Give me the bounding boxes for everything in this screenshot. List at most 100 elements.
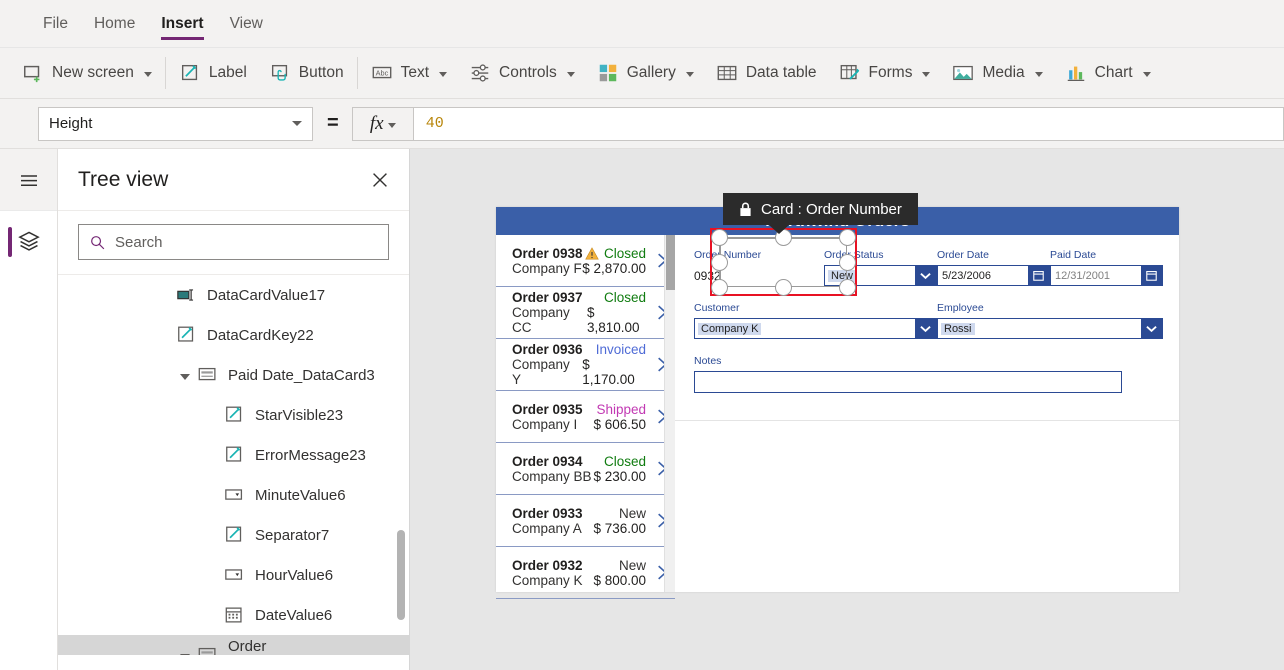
text-icon: Abc <box>372 66 391 79</box>
search-input[interactable] <box>115 233 378 251</box>
gallery-order-number: Order 0933 <box>512 505 583 521</box>
new-screen-button[interactable]: New screen <box>0 53 163 93</box>
close-icon[interactable] <box>369 169 391 191</box>
tree-item-label: Order Number_DataCard4 <box>228 638 267 655</box>
formula-input[interactable]: 40 <box>413 106 1284 141</box>
chevron-down-icon[interactable] <box>180 653 190 655</box>
orders-gallery[interactable]: Order 0938 Closed Company F $ 2,870.00 O… <box>496 235 675 599</box>
chart-button[interactable]: Chart <box>1054 53 1162 93</box>
paid-date-picker[interactable]: 12/31/2001 <box>1050 265 1163 286</box>
gallery-item[interactable]: Order 0935 Shipped Company I $ 606.50 <box>496 391 675 443</box>
chevron-down-icon[interactable] <box>915 319 936 338</box>
tree-item-datevalue6[interactable]: DateValue6 <box>58 595 409 635</box>
app-canvas[interactable]: Northwind Orders Order 0938 <box>410 149 1284 670</box>
chevron-down-icon[interactable] <box>685 72 694 77</box>
tree-item-order-number-datacard4[interactable]: Order Number_DataCard4 <box>58 635 409 655</box>
gallery-item-row-bottom: Company F $ 2,870.00 <box>512 261 646 276</box>
chevron-down-icon[interactable] <box>1142 72 1151 77</box>
gallery-item[interactable]: Order 0932 New Company K $ 800.00 <box>496 547 675 599</box>
field-value: Company K <box>698 322 762 335</box>
tree-item-label: Separator7 <box>255 526 330 544</box>
fx-button[interactable]: fx <box>351 106 414 141</box>
tree-item-label: DateValue6 <box>255 606 333 624</box>
chevron-down-icon[interactable] <box>1141 319 1162 338</box>
label-icon <box>226 446 242 462</box>
field-notes[interactable]: Notes <box>694 355 1122 393</box>
tree-view-rail-button[interactable] <box>0 211 57 273</box>
hamburger-menu-button[interactable] <box>0 149 57 211</box>
order-status-dropdown[interactable]: New <box>824 265 937 286</box>
tree-item-separator7[interactable]: Separator7 <box>58 515 409 555</box>
menu-bar: File Home Insert View <box>0 0 1284 48</box>
tree-item-minutevalue6[interactable]: MinuteValue6 <box>58 475 409 515</box>
gallery-item[interactable]: Order 0938 Closed Company F $ 2,870.00 <box>496 235 675 287</box>
gallery-item-row-bottom: Company CC $ 3,810.00 <box>512 305 646 335</box>
property-selector[interactable]: Height <box>38 106 313 141</box>
data-table-button[interactable]: Data table <box>705 53 828 93</box>
gallery-item-row-bottom: Company K $ 800.00 <box>512 573 646 588</box>
gallery-item[interactable]: Order 0934 Closed Company BB $ 230.00 <box>496 443 675 495</box>
customer-dropdown[interactable]: Company K <box>694 318 937 339</box>
media-button[interactable]: Media <box>941 53 1053 93</box>
menu-item-home[interactable]: Home <box>81 0 148 48</box>
left-icon-rail <box>0 149 58 670</box>
textinput-icon <box>177 289 194 301</box>
text-button[interactable]: Abc Text <box>360 53 458 93</box>
calendar-icon[interactable] <box>1028 266 1049 285</box>
controls-icon <box>471 64 489 82</box>
gallery-item-row-bottom: Company Y $ 1,170.00 <box>512 357 646 387</box>
field-order-date[interactable]: Order Date 5/23/2006 <box>937 249 1050 286</box>
calendar-icon[interactable] <box>1141 266 1162 285</box>
gallery-scrollbar-thumb[interactable] <box>666 235 675 290</box>
dropdown-icon <box>225 489 243 500</box>
chevron-down-icon[interactable] <box>566 72 575 77</box>
menu-label: View <box>229 14 263 32</box>
tree-item-datacardkey22[interactable]: DataCardKey22 <box>58 315 409 355</box>
label-icon <box>226 406 242 422</box>
field-order-status[interactable]: Order Status New <box>824 249 937 286</box>
tree-item-datacardvalue17[interactable]: DataCardValue17 <box>58 275 409 315</box>
form-row-3: Notes <box>694 355 1163 393</box>
search-box[interactable] <box>78 224 389 260</box>
gallery-button[interactable]: Gallery <box>586 53 705 93</box>
chevron-down-icon[interactable] <box>180 373 190 380</box>
chevron-down-icon[interactable] <box>915 266 936 285</box>
gallery-item-row-top: Order 0937 Closed <box>512 290 646 305</box>
ribbon-separator <box>164 57 166 89</box>
gallery-icon <box>599 64 616 82</box>
gallery-item[interactable]: Order 0937 Closed Company CC $ 3,810.00 <box>496 287 675 339</box>
app-screen: Northwind Orders Order 0938 <box>496 207 1179 599</box>
gallery-company: Company K <box>512 572 583 588</box>
gallery-item[interactable]: Order 0933 New Company A $ 736.00 <box>496 495 675 547</box>
tree-item-hourvalue6[interactable]: HourValue6 <box>58 555 409 595</box>
label-button[interactable]: Label <box>168 53 258 93</box>
button-button[interactable]: Button <box>258 53 355 93</box>
order-date-picker[interactable]: 5/23/2006 <box>937 265 1050 286</box>
chevron-down-icon[interactable] <box>1034 72 1043 77</box>
chevron-down-icon[interactable] <box>922 72 931 77</box>
tree-scrollbar-thumb[interactable] <box>397 530 405 620</box>
employee-dropdown[interactable]: Rossi <box>937 318 1163 339</box>
menu-item-file[interactable]: File <box>30 0 81 48</box>
field-customer[interactable]: Customer Company K <box>694 302 937 339</box>
chevron-down-icon[interactable] <box>439 72 448 77</box>
fx-label: fx <box>369 112 384 134</box>
forms-button[interactable]: Forms <box>828 53 942 93</box>
notes-input[interactable] <box>694 371 1122 393</box>
menu-item-insert[interactable]: Insert <box>148 0 216 48</box>
tree-item-paid-date-datacard3[interactable]: Paid Date_DataCard3 <box>58 355 409 395</box>
tree-scrollbar[interactable] <box>397 275 405 655</box>
tree-item-starvisible23[interactable]: StarVisible23 <box>58 395 409 435</box>
field-paid-date[interactable]: Paid Date 12/31/2001 <box>1050 249 1163 286</box>
tree-item-errormessage23[interactable]: ErrorMessage23 <box>58 435 409 475</box>
menu-item-view[interactable]: View <box>217 0 276 48</box>
field-employee[interactable]: Employee Rossi <box>937 302 1163 339</box>
chevron-down-icon[interactable] <box>143 72 152 77</box>
controls-button[interactable]: Controls <box>458 53 586 93</box>
field-label: Employee <box>937 302 984 314</box>
gallery-item[interactable]: Order 0936 Invoiced Company Y $ 1,170.00 <box>496 339 675 391</box>
field-order-number[interactable]: Order Number 0932 <box>694 249 824 286</box>
ribbon-label: Button <box>298 64 344 81</box>
gallery-scrollbar[interactable] <box>664 235 675 592</box>
gallery-amount: $ 800.00 <box>593 572 646 588</box>
